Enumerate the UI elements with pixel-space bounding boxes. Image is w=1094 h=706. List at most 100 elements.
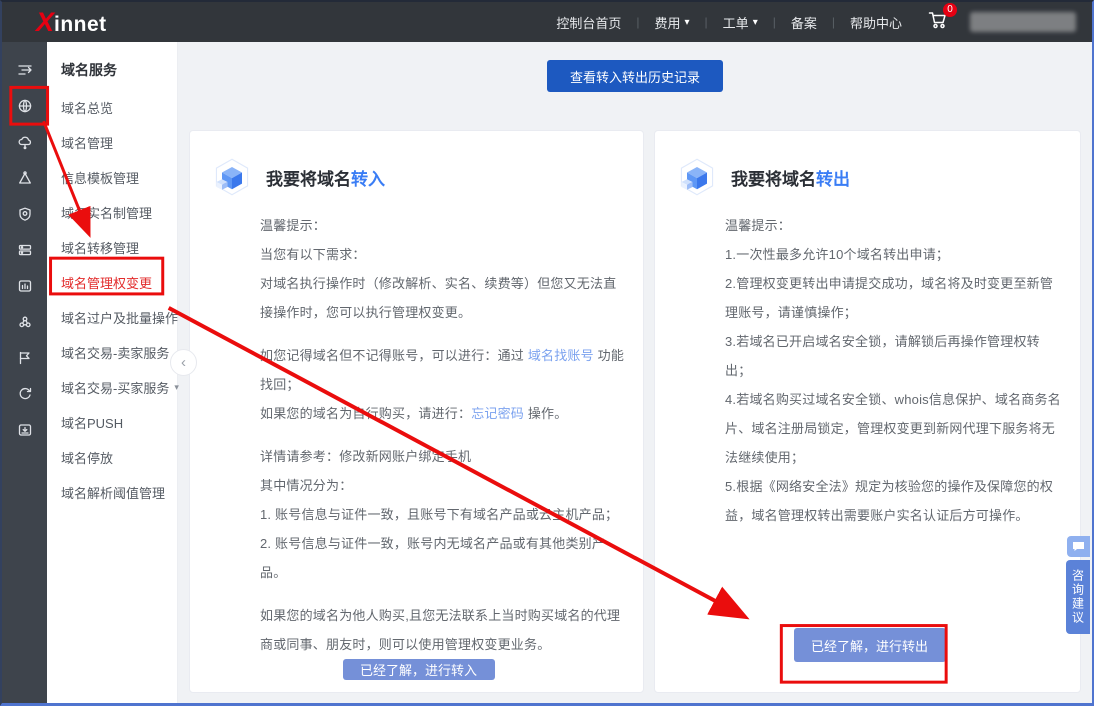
- chevron-down-icon: ▾: [685, 17, 690, 28]
- nav-item[interactable]: 工单▾: [723, 13, 758, 32]
- card-body: 温馨提示： 当您有以下需求： 对域名执行操作时（修改解析、实名、续费等）但您又无法直…: [260, 211, 625, 659]
- text-segment: 当您有以下需求：: [260, 247, 366, 262]
- domain-cube-icon: [677, 157, 717, 197]
- card-paragraph: 对域名执行操作时（修改解析、实名、续费等）但您又无法直接操作时，您可以执行管理权…: [260, 269, 625, 327]
- text-segment: 详情请参考：修改新网账户绑定手机: [260, 449, 471, 464]
- sidebar-title: 域名服务: [47, 42, 177, 90]
- card-paragraph: 5.根据《网络安全法》规定为核验您的操作及保障您的权益，域名管理权转出需要账户实…: [725, 472, 1062, 530]
- text-segment: 如果您的域名为自行购买，请进行：: [260, 406, 471, 421]
- card-paragraph: 详情请参考：修改新网账户绑定手机: [260, 442, 625, 471]
- card-paragraph: 当您有以下需求：: [260, 240, 625, 269]
- sidebar-menu: 域名总览域名管理信息模板管理域名实名制管理域名转移管理域名管理权变更域名过户及批…: [47, 90, 177, 510]
- sidebar-collapse-button[interactable]: ‹: [170, 349, 197, 376]
- xinnet-logo[interactable]: Xinnet: [36, 9, 107, 36]
- share-icon[interactable]: [17, 386, 33, 402]
- nav-item[interactable]: 费用▾: [655, 13, 690, 32]
- text-segment: 1.一次性最多允许10个域名转出申请；: [725, 247, 949, 262]
- top-header: Xinnet 控制台首页|费用▾|工单▾|备案|帮助中心 0: [2, 2, 1092, 42]
- text-segment: 其中情况分为：: [260, 478, 352, 493]
- cloud-icon[interactable]: [17, 134, 33, 150]
- sidebar-item[interactable]: 域名转移管理: [47, 230, 177, 265]
- text-segment: 5.根据《网络安全法》规定为核验您的操作及保障您的权益，域名管理权转出需要账户实…: [725, 479, 1053, 523]
- text-segment: 2.管理权变更转出申请提交成功，域名将及时变更至新管理账号，请谨慎操作；: [725, 276, 1053, 320]
- inline-link[interactable]: 域名找账号: [528, 348, 594, 363]
- sidebar: 域名服务 域名总览域名管理信息模板管理域名实名制管理域名转移管理域名管理权变更域…: [47, 42, 178, 703]
- nav-item[interactable]: 备案: [791, 13, 817, 32]
- transfer-history-button[interactable]: 查看转入转出历史记录: [547, 60, 723, 92]
- card-head: 我要将域名转出: [677, 157, 1062, 197]
- confirm-transfer-in-button[interactable]: 已经了解，进行转入: [343, 659, 495, 680]
- triangle-icon[interactable]: [17, 170, 33, 186]
- nodes-icon[interactable]: [17, 314, 33, 330]
- chart-icon[interactable]: [17, 278, 33, 294]
- sidebar-item[interactable]: 域名过户及批量操作: [47, 300, 177, 335]
- flag-icon[interactable]: [17, 350, 33, 366]
- card-paragraph: [260, 327, 625, 341]
- nav-separator: |: [832, 15, 835, 29]
- main-content: 查看转入转出历史记录 我要将域名转入 温馨提示：当您有以下需求：对域名执行操: [178, 42, 1092, 703]
- logo-text: innet: [54, 14, 107, 35]
- sidebar-item-active[interactable]: 域名管理权变更: [47, 265, 177, 300]
- chat-bubble-icon[interactable]: [1067, 536, 1090, 557]
- card-paragraph: 2. 账号信息与证件一致，账号内无域名产品或有其他类别产品。: [260, 529, 625, 587]
- card-title-transfer-out: 我要将域名转出: [731, 165, 850, 190]
- sidebar-item[interactable]: 域名交易-买家服务▾: [47, 370, 177, 405]
- sidebar-item[interactable]: 信息模板管理: [47, 160, 177, 195]
- top-nav: 控制台首页|费用▾|工单▾|备案|帮助中心: [556, 2, 902, 42]
- inbox-icon[interactable]: [17, 422, 33, 438]
- text-segment: 温馨提示：: [260, 218, 326, 233]
- card-paragraph: 如果您的域名为自行购买，请进行：忘记密码 操作。: [260, 399, 625, 428]
- inline-link[interactable]: 忘记密码: [471, 406, 524, 421]
- card-paragraph: 4.若域名购买过域名安全锁、whois信息保护、域名商务名片、域名注册局锁定，管…: [725, 385, 1062, 472]
- cards-row: 我要将域名转入 温馨提示： 当您有以下需求： 对域名执行操作时（修改解析、实名、续费…: [189, 130, 1081, 693]
- nav-separator: |: [773, 15, 776, 29]
- sidebar-item[interactable]: 域名PUSH: [47, 405, 177, 440]
- logo-x: X: [36, 9, 54, 36]
- transfer-out-card: 我要将域名转出 温馨提示： 1.一次性最多允许10个域名转出申请； 2.管理权变更转…: [654, 130, 1081, 693]
- shield-icon[interactable]: [17, 206, 33, 222]
- card-paragraph: 其中情况分为：: [260, 471, 625, 500]
- icon-rail: [2, 42, 47, 703]
- chevron-left-icon: ‹: [181, 354, 186, 371]
- chevron-down-icon: ▾: [753, 17, 758, 28]
- screenshot-frame: Xinnet 控制台首页|费用▾|工单▾|备案|帮助中心 0 域名服务 域名总览…: [0, 0, 1094, 706]
- text-segment: 对域名执行操作时（修改解析、实名、续费等）但您又无法直接操作时，您可以执行管理权…: [260, 276, 616, 320]
- text-segment: 4.若域名购买过域名安全锁、whois信息保护、域名商务名片、域名注册局锁定，管…: [725, 392, 1061, 465]
- feedback-tab[interactable]: 咨询建议: [1066, 560, 1090, 634]
- card-paragraph: 1.一次性最多允许10个域名转出申请；: [725, 240, 1062, 269]
- card-paragraph: 3.若域名已开启域名安全锁，请解锁后再操作管理权转出；: [725, 327, 1062, 385]
- card-paragraph: 2.管理权变更转出申请提交成功，域名将及时变更至新管理账号，请谨慎操作；: [725, 269, 1062, 327]
- domain-cube-icon: [212, 157, 252, 197]
- text-segment: 2. 账号信息与证件一致，账号内无域名产品或有其他类别产品。: [260, 536, 605, 580]
- card-paragraph: 温馨提示：: [725, 211, 1062, 240]
- menu-collapse-icon[interactable]: [17, 62, 33, 78]
- text-segment: 操作。: [524, 406, 567, 421]
- text-segment: 温馨提示：: [725, 218, 791, 233]
- card-paragraph: 如您记得域名但不记得账号，可以进行：通过 域名找账号 功能找回；: [260, 341, 625, 399]
- text-segment: 如果您的域名为他人购买,且您无法联系上当时购买域名的代理商或同事、朋友时，则可以…: [260, 608, 620, 652]
- confirm-transfer-out-button[interactable]: 已经了解，进行转出: [794, 628, 946, 662]
- sidebar-item[interactable]: 域名交易-卖家服务: [47, 335, 177, 370]
- card-paragraph: 温馨提示：: [260, 211, 625, 240]
- globe-icon[interactable]: [17, 98, 33, 114]
- card-head: 我要将域名转入: [212, 157, 625, 197]
- sidebar-item[interactable]: 域名总览: [47, 90, 177, 125]
- sidebar-item[interactable]: 域名管理: [47, 125, 177, 160]
- sidebar-item[interactable]: 域名解析阈值管理: [47, 475, 177, 510]
- transfer-in-card: 我要将域名转入 温馨提示： 当您有以下需求： 对域名执行操作时（修改解析、实名、续费…: [189, 130, 644, 693]
- card-paragraph: [260, 428, 625, 442]
- cart-badge: 0: [943, 3, 957, 17]
- text-segment: 如您记得域名但不记得账号，可以进行：通过: [260, 348, 528, 363]
- redacted-account-name[interactable]: [970, 12, 1076, 32]
- sidebar-item[interactable]: 域名实名制管理: [47, 195, 177, 230]
- text-segment: 1. 账号信息与证件一致，且账号下有域名产品或云主机产品；: [260, 507, 618, 522]
- nav-item[interactable]: 控制台首页: [556, 13, 621, 32]
- nav-separator: |: [705, 15, 708, 29]
- cart-button[interactable]: 0: [928, 11, 948, 34]
- card-body: 温馨提示： 1.一次性最多允许10个域名转出申请； 2.管理权变更转出申请提交成功，…: [725, 211, 1062, 530]
- chevron-down-icon: ▾: [174, 382, 179, 393]
- nav-item[interactable]: 帮助中心: [850, 13, 902, 32]
- sidebar-item[interactable]: 域名停放: [47, 440, 177, 475]
- server-icon[interactable]: [17, 242, 33, 258]
- card-paragraph: 1. 账号信息与证件一致，且账号下有域名产品或云主机产品；: [260, 500, 625, 529]
